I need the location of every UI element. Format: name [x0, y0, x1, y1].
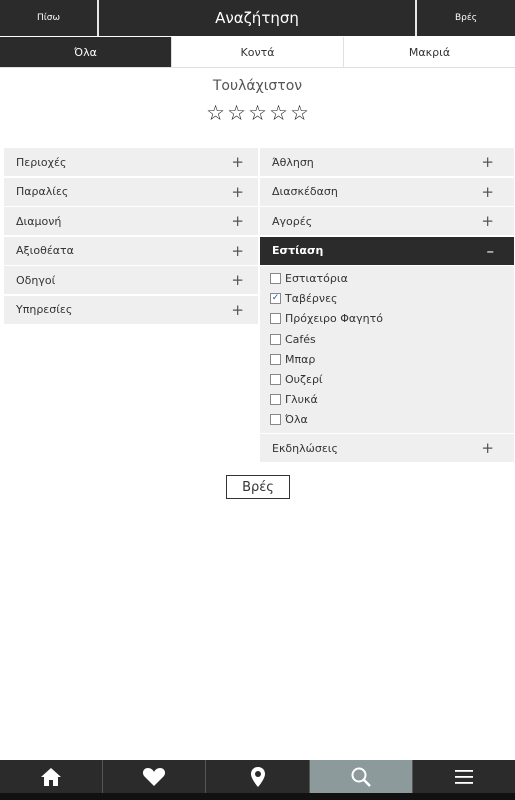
expand-icon: + [481, 153, 494, 171]
star-2-icon[interactable]: ☆ [226, 98, 247, 128]
category-label: Εστίαση [272, 244, 324, 258]
menu-icon [454, 769, 473, 784]
category-beaches[interactable]: Παραλίες + [4, 177, 258, 206]
dining-option: Πρόχειρο Φαγητό [270, 309, 514, 329]
checkbox[interactable] [270, 353, 281, 365]
category-label: Περιοχές [16, 155, 67, 169]
option-label[interactable]: Ουζερί [285, 373, 323, 386]
category-areas[interactable]: Περιοχές + [4, 148, 258, 176]
rating-label: Τουλάχιστον [212, 78, 303, 94]
location-pin-icon [250, 766, 265, 787]
category-label: Αξιοθέατα [16, 244, 74, 258]
checkbox[interactable] [270, 272, 281, 284]
checkbox[interactable] [270, 373, 281, 385]
dining-option: Μπαρ [270, 349, 514, 369]
search-icon [351, 767, 371, 787]
category-label: Αγορές [272, 214, 313, 228]
checkbox[interactable] [270, 394, 281, 406]
category-label: Διαμονή [16, 214, 62, 228]
checkbox[interactable] [270, 313, 281, 325]
category-label: Οδηγοί [16, 273, 56, 287]
expand-icon: + [481, 212, 494, 231]
expand-icon: + [231, 271, 244, 290]
page-title: Αναζήτηση [215, 9, 299, 27]
system-bar [0, 793, 515, 800]
nav-menu[interactable] [413, 760, 515, 793]
category-guides[interactable]: Οδηγοί + [4, 266, 258, 295]
category-sights[interactable]: Αξιοθέατα + [4, 236, 258, 265]
star-1-icon[interactable]: ☆ [205, 98, 226, 128]
dining-option: ✓ Ταβέρνες [270, 289, 514, 309]
category-dining[interactable]: Εστίαση – [260, 236, 514, 265]
category-events[interactable]: Εκδηλώσεις + [260, 434, 514, 463]
nav-home[interactable] [0, 760, 104, 793]
category-label: Παραλίες [16, 185, 69, 199]
star-5-icon[interactable]: ☆ [289, 98, 310, 128]
nav-favorites[interactable] [103, 760, 207, 793]
checkbox[interactable] [270, 414, 281, 426]
category-entertainment[interactable]: Διασκέδαση + [260, 177, 514, 206]
option-label[interactable]: Γλυκά [285, 393, 318, 406]
option-label[interactable]: Cafés [285, 333, 316, 346]
dining-option: Γλυκά [270, 390, 514, 410]
expand-icon: + [481, 439, 494, 458]
checkbox[interactable] [270, 333, 281, 345]
star-rating: ☆ ☆ ☆ ☆ ☆ [0, 98, 515, 128]
tab-all[interactable]: Όλα [0, 37, 172, 67]
dining-options-list: Εστιατόρια ✓ Ταβέρνες Πρόχειρο Φαγητό Caf… [260, 266, 514, 433]
nav-map[interactable] [206, 760, 310, 793]
option-label[interactable]: Εστιατόρια [285, 272, 348, 285]
dining-option: Cafés [270, 329, 514, 349]
left-category-list: Περιοχές + Παραλίες + Διαμονή + Αξιοθέατα + … [4, 148, 258, 326]
expand-icon: + [481, 182, 494, 201]
category-label: Υπηρεσίες [16, 303, 73, 317]
star-4-icon[interactable]: ☆ [268, 98, 289, 128]
tab-bar: Όλα Κοντά Μακριά [0, 37, 515, 68]
option-label[interactable]: Όλα [285, 413, 308, 426]
option-label[interactable]: Ταβέρνες [285, 292, 337, 305]
expand-icon: + [231, 241, 244, 260]
category-accommodation[interactable]: Διαμονή + [4, 207, 258, 236]
dining-option: Ουζερί [270, 369, 514, 389]
category-services[interactable]: Υπηρεσίες + [4, 295, 258, 324]
category-label: Άθληση [272, 155, 314, 169]
option-label[interactable]: Μπαρ [285, 353, 315, 366]
dining-option: Εστιατόρια [270, 268, 514, 288]
collapse-icon: – [486, 241, 495, 260]
search-submit-button[interactable]: Βρές [226, 475, 290, 499]
checkbox-checked[interactable]: ✓ [270, 293, 281, 305]
category-shopping[interactable]: Αγορές + [260, 207, 514, 236]
back-button[interactable]: Πίσω [0, 0, 99, 36]
find-button-top[interactable]: Βρές [415, 0, 515, 36]
expand-icon: + [231, 153, 244, 171]
category-label: Εκδηλώσεις [272, 441, 338, 455]
nav-search[interactable] [309, 760, 413, 793]
expand-icon: + [231, 212, 244, 231]
heart-icon [143, 767, 166, 786]
top-bar: Πίσω Αναζήτηση Βρές [0, 0, 515, 36]
category-label: Διασκέδαση [272, 185, 338, 199]
dining-option: Όλα [270, 410, 514, 430]
expand-icon: + [231, 300, 244, 319]
category-sports[interactable]: Άθληση + [260, 148, 514, 176]
tab-near[interactable]: Κοντά [172, 37, 344, 67]
bottom-nav [0, 760, 515, 793]
option-label[interactable]: Πρόχειρο Φαγητό [285, 312, 383, 325]
expand-icon: + [231, 182, 244, 201]
star-3-icon[interactable]: ☆ [247, 98, 268, 128]
right-category-list: Άθληση + Διασκέδαση + Αγορές + Εστίαση – Εστ… [260, 148, 514, 464]
home-icon [41, 767, 62, 786]
tab-far[interactable]: Μακριά [344, 37, 515, 67]
